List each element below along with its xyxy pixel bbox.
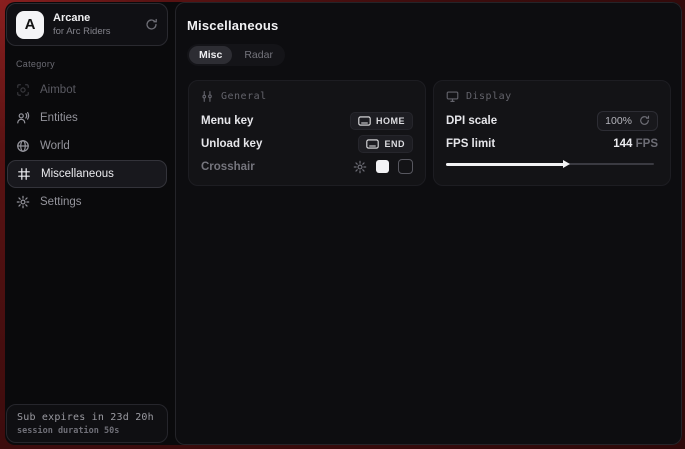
keyboard-icon: [358, 116, 371, 126]
general-card-header: General: [201, 90, 413, 103]
display-card-header: Display: [446, 90, 658, 103]
sidebar-item-label: Miscellaneous: [41, 168, 114, 180]
crosshair-checkbox[interactable]: [398, 159, 413, 174]
crosshair-controls: [353, 159, 413, 174]
app-name: Arcane: [53, 12, 136, 24]
tab-misc[interactable]: Misc: [189, 46, 232, 64]
fps-limit-row: FPS limit 144 FPS: [446, 132, 658, 155]
menu-key-row: Menu key HOME: [201, 109, 413, 132]
monitor-icon: [446, 90, 459, 103]
general-card-title: General: [221, 91, 267, 102]
fps-limit-value: 144 FPS: [613, 138, 658, 150]
sidebar-item-settings[interactable]: Settings: [6, 188, 168, 216]
crosshair-color-swatch[interactable]: [376, 160, 389, 173]
unload-key-bind-button[interactable]: END: [358, 135, 413, 153]
sidebar-item-entities[interactable]: Entities: [6, 104, 168, 132]
gear-icon: [16, 195, 30, 209]
unload-key-label: Unload key: [201, 138, 262, 150]
dpi-scale-row: DPI scale 100%: [446, 109, 658, 132]
display-card-title: Display: [466, 91, 512, 102]
brand-card: A Arcane for Arc Riders: [6, 3, 168, 46]
keyboard-icon: [366, 139, 379, 149]
app-window: A Arcane for Arc Riders Category: [5, 2, 682, 445]
sidebar-item-world[interactable]: World: [6, 132, 168, 160]
menu-key-bind-button[interactable]: HOME: [350, 112, 413, 130]
display-card: Display DPI scale 100% FPS limit: [433, 80, 671, 186]
fps-limit-slider[interactable]: [446, 160, 658, 168]
general-card: General Menu key HOME Unload key: [188, 80, 426, 186]
unload-key-row: Unload key END: [201, 132, 413, 155]
fps-slider-thumb[interactable]: [563, 160, 570, 168]
app-logo: A: [16, 11, 44, 39]
sidebar-item-label: Aimbot: [40, 84, 76, 96]
settings-cards: General Menu key HOME Unload key: [188, 80, 671, 186]
session-duration-text: session duration 50s: [17, 426, 157, 436]
dpi-scale-label: DPI scale: [446, 115, 497, 127]
misc-grid-icon: [17, 167, 31, 181]
sliders-icon: [201, 90, 214, 103]
crosshair-label: Crosshair: [201, 161, 255, 173]
page-title: Miscellaneous: [187, 18, 671, 33]
sidebar-spacer: [6, 216, 168, 404]
fps-slider-fill: [446, 163, 565, 166]
fps-unit: FPS: [636, 138, 658, 150]
entities-person-icon: [16, 111, 30, 125]
unload-key-value: END: [384, 139, 405, 149]
sidebar-item-label: Settings: [40, 196, 82, 208]
sidebar: A Arcane for Arc Riders Category: [5, 2, 170, 445]
crosshair-settings-gear-icon[interactable]: [353, 160, 367, 174]
dpi-scale-value: 100%: [605, 115, 632, 127]
fps-number: 144: [613, 138, 632, 150]
sidebar-nav: Aimbot Entities World: [6, 76, 168, 216]
tab-radar[interactable]: Radar: [234, 46, 283, 64]
sidebar-item-miscellaneous[interactable]: Miscellaneous: [7, 160, 167, 188]
sub-expiry-text: Sub expires in 23d 20h: [17, 412, 157, 423]
refresh-icon[interactable]: [145, 18, 158, 31]
app-subtitle: for Arc Riders: [53, 26, 136, 37]
crosshair-row: Crosshair: [201, 155, 413, 178]
dpi-refresh-icon[interactable]: [639, 115, 650, 126]
dpi-scale-control[interactable]: 100%: [597, 111, 658, 131]
menu-key-label: Menu key: [201, 115, 253, 127]
main-panel: Miscellaneous Misc Radar General Menu ke…: [175, 2, 682, 445]
aimbot-scan-icon: [16, 83, 30, 97]
category-label: Category: [16, 59, 168, 69]
world-globe-icon: [16, 139, 30, 153]
menu-key-value: HOME: [376, 116, 405, 126]
sidebar-item-label: World: [40, 140, 70, 152]
subscription-card: Sub expires in 23d 20h session duration …: [6, 404, 168, 443]
sidebar-item-aimbot[interactable]: Aimbot: [6, 76, 168, 104]
sidebar-item-label: Entities: [40, 112, 78, 124]
tab-bar: Misc Radar: [187, 44, 285, 66]
fps-limit-label: FPS limit: [446, 138, 495, 150]
brand-text: Arcane for Arc Riders: [53, 12, 136, 37]
